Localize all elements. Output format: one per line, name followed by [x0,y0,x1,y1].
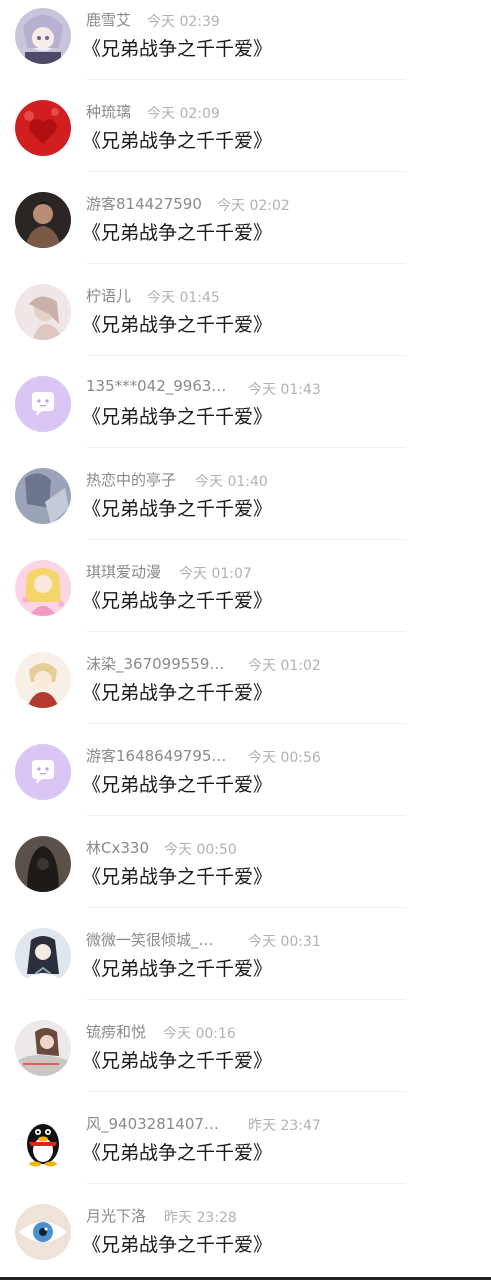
comment-text: 《兄弟战争之千千爱》 [82,498,273,520]
username[interactable]: 微微一笑很倾城_… [86,929,214,950]
timestamp: 今天 01:43 [248,382,321,398]
avatar[interactable] [15,744,71,800]
username[interactable]: 月光下洛 [86,1205,146,1226]
eye-closeup-avatar-icon [15,1204,71,1260]
timestamp: 今天 01:40 [195,474,268,490]
comment-text: 《兄弟战争之千千爱》 [82,222,273,244]
timestamp: 今天 02:02 [217,198,290,214]
avatar[interactable] [15,100,71,156]
comment-item[interactable]: 锍痨和悦 今天 00:16 《兄弟战争之千千爱》 [0,1012,491,1104]
divider [86,1183,406,1184]
divider [86,355,406,356]
comment-item[interactable]: 游客1648649795… 今天 00:56 《兄弟战争之千千爱》 [0,736,491,828]
anime-character-avatar-icon [15,928,71,984]
timestamp: 今天 02:39 [147,14,220,30]
comment-text: 《兄弟战争之千千爱》 [82,130,273,152]
comment-text: 《兄弟战争之千千爱》 [82,866,273,888]
comment-item[interactable]: 林Cx330 今天 00:50 《兄弟战争之千千爱》 [0,828,491,920]
avatar[interactable] [15,836,71,892]
avatar[interactable] [15,1204,71,1260]
default-chat-avatar-icon [15,744,71,800]
anime-boy-avatar-icon [15,652,71,708]
username[interactable]: 种琉璃 [86,101,131,122]
comment-text: 《兄弟战争之千千爱》 [82,958,273,980]
comment-text: 《兄弟战争之千千爱》 [82,406,273,428]
woman-photo-avatar-icon [15,284,71,340]
timestamp: 昨天 23:47 [248,1118,321,1134]
username[interactable]: 琪琪爱动漫 [86,561,161,582]
avatar[interactable] [15,376,71,432]
comment-item[interactable]: 琪琪爱动漫 今天 01:07 《兄弟战争之千千爱》 [0,552,491,644]
timestamp: 今天 00:16 [163,1026,236,1042]
avatar[interactable] [15,192,71,248]
timestamp: 今天 01:02 [248,658,321,674]
username[interactable]: 135***042_9963… [86,377,226,395]
divider [86,723,406,724]
timestamp: 今天 00:56 [248,750,321,766]
divider [86,631,406,632]
qq-penguin-avatar-icon [15,1112,71,1168]
comment-item[interactable]: 沫染_367099559… 今天 01:02 《兄弟战争之千千爱》 [0,644,491,736]
girl-photo-avatar-icon [15,1020,71,1076]
avatar[interactable] [15,928,71,984]
timestamp: 昨天 23:28 [164,1210,237,1226]
avatar[interactable] [15,8,71,64]
comment-item[interactable]: 135***042_9963… 今天 01:43 《兄弟战争之千千爱》 [0,368,491,460]
comment-item[interactable]: 热恋中的亭子 今天 01:40 《兄弟战争之千千爱》 [0,460,491,552]
divider [86,999,406,1000]
comment-text: 《兄弟战争之千千爱》 [82,774,273,796]
comment-item[interactable]: 种琉璃 今天 02:09 《兄弟战争之千千爱》 [0,92,491,184]
username[interactable]: 林Cx330 [86,837,149,858]
timestamp: 今天 01:07 [179,566,252,582]
comment-item[interactable]: 风_9403281407… 昨天 23:47 《兄弟战争之千千爱》 [0,1104,491,1196]
avatar[interactable] [15,1112,71,1168]
timestamp: 今天 01:45 [147,290,220,306]
username[interactable]: 风_9403281407… [86,1113,219,1134]
red-heart-avatar-icon [15,100,71,156]
avatar[interactable] [15,560,71,616]
comment-item[interactable]: 月光下洛 昨天 23:28 《兄弟战争之千千爱》 [0,1196,491,1288]
divider [86,171,406,172]
divider [86,79,406,80]
divider [86,539,406,540]
comment-text: 《兄弟战争之千千爱》 [82,1142,273,1164]
anime-princess-avatar-icon [15,560,71,616]
divider [86,907,406,908]
comment-text: 《兄弟战争之千千爱》 [82,314,273,336]
username[interactable]: 锍痨和悦 [86,1021,146,1042]
timestamp: 今天 00:31 [248,934,321,950]
avatar[interactable] [15,468,71,524]
username[interactable]: 游客814427590 [86,193,202,214]
divider [86,1091,406,1092]
divider [86,815,406,816]
man-photo-avatar-icon [15,192,71,248]
anime-girl-avatar-icon [15,8,71,64]
divider [86,447,406,448]
comment-item[interactable]: 柠语儿 今天 01:45 《兄弟战争之千千爱》 [0,276,491,368]
avatar[interactable] [15,284,71,340]
avatar[interactable] [15,652,71,708]
timestamp: 今天 02:09 [147,106,220,122]
anime-art-avatar-icon [15,468,71,524]
username[interactable]: 沫染_367099559… [86,653,224,674]
comment-text: 《兄弟战争之千千爱》 [82,682,273,704]
timestamp: 今天 00:50 [164,842,237,858]
divider [86,263,406,264]
comment-text: 《兄弟战争之千千爱》 [82,590,273,612]
comment-item[interactable]: 游客814427590 今天 02:02 《兄弟战争之千千爱》 [0,184,491,276]
username[interactable]: 游客1648649795… [86,745,226,766]
username[interactable]: 热恋中的亭子 [86,469,176,490]
comment-item[interactable]: 鹿雪艾 今天 02:39 《兄弟战争之千千爱》 [0,0,491,92]
default-chat-avatar-icon [15,376,71,432]
username[interactable]: 鹿雪艾 [86,9,131,30]
dark-hood-avatar-icon [15,836,71,892]
comment-text: 《兄弟战争之千千爱》 [82,1234,273,1256]
username[interactable]: 柠语儿 [86,285,131,306]
comment-text: 《兄弟战争之千千爱》 [82,38,273,60]
comment-text: 《兄弟战争之千千爱》 [82,1050,273,1072]
comment-item[interactable]: 微微一笑很倾城_… 今天 00:31 《兄弟战争之千千爱》 [0,920,491,1012]
avatar[interactable] [15,1020,71,1076]
